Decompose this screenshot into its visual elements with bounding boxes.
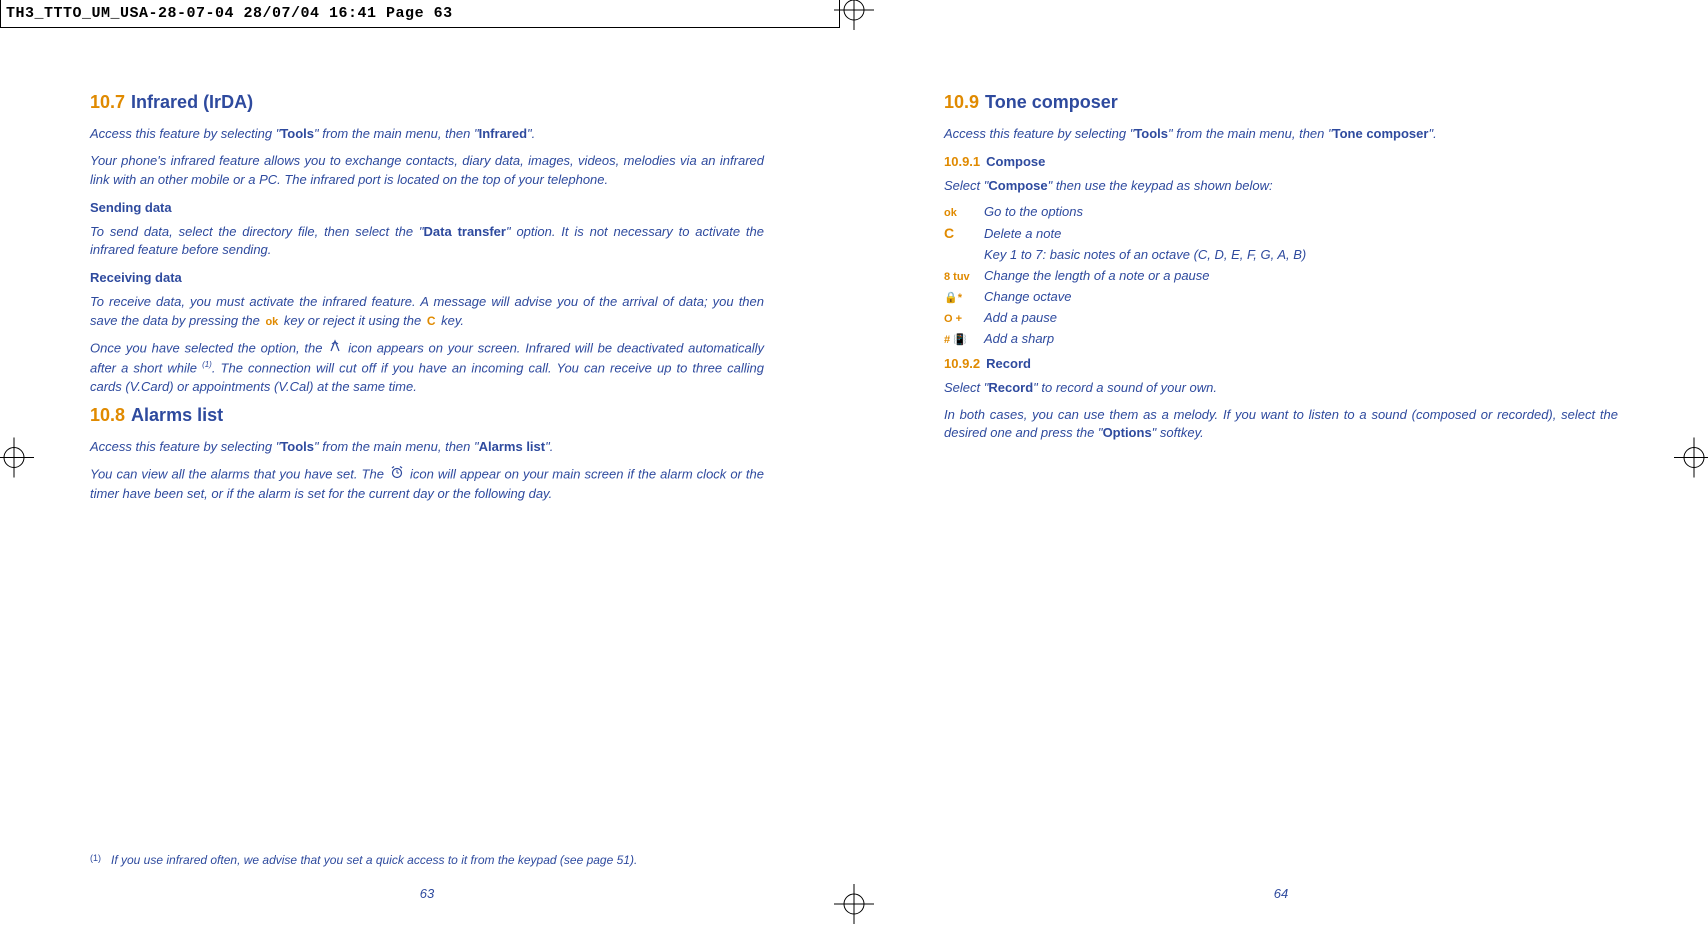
eight-key-icon: 8 tuv (944, 271, 984, 283)
key-list: okGo to the options CDelete a note Key 1… (944, 204, 1618, 346)
footnote: (1) If you use infrared often, we advise… (90, 853, 764, 867)
p-10-8-desc: You can view all the alarms that you hav… (90, 465, 764, 504)
section-title: Tone composer (985, 92, 1118, 112)
alarm-clock-icon (390, 465, 404, 485)
page-spread: 10.7 Infrared (IrDA) Access this feature … (0, 70, 1708, 917)
section-10-8-heading: 10.8 Alarms list (90, 405, 764, 426)
section-number: 10.9 (944, 92, 979, 112)
section-title: Infrared (IrDA) (131, 92, 253, 112)
footnote-text: If you use infrared often, we advise tha… (111, 853, 637, 867)
p-sending-data: To send data, select the directory file,… (90, 223, 764, 261)
section-number: 10.7 (90, 92, 125, 112)
infrared-icon (329, 339, 341, 359)
section-10-7-heading: 10.7 Infrared (IrDA) (90, 92, 764, 113)
key-row-1-7: Key 1 to 7: basic notes of an octave (C,… (944, 247, 1618, 262)
p-10-9-access: Access this feature by selecting "Tools"… (944, 125, 1618, 144)
section-title: Alarms list (131, 405, 223, 425)
key-row-hash: # 📳Add a sharp (944, 331, 1618, 346)
section-10-9-2-heading: 10.9.2Record (944, 356, 1618, 371)
footnote-mark: (1) (90, 853, 101, 867)
ok-key-icon: ok (263, 316, 280, 328)
key-row-c: CDelete a note (944, 225, 1618, 241)
p-10-9-2-desc: Select "Record" to record a sound of you… (944, 379, 1618, 398)
section-10-9-1-heading: 10.9.1Compose (944, 154, 1618, 169)
page-right: 10.9 Tone composer Access this feature by… (854, 70, 1708, 917)
page-number-left: 63 (0, 886, 854, 901)
key-row-zero: O +Add a pause (944, 310, 1618, 325)
p-10-9-1-desc: Select "Compose" then use the keypad as … (944, 177, 1618, 196)
page-left: 10.7 Infrared (IrDA) Access this feature … (0, 70, 854, 917)
h-sending-data: Sending data (90, 200, 764, 215)
c-key-icon: C (425, 314, 438, 328)
p-10-8-access: Access this feature by selecting "Tools"… (90, 438, 764, 457)
section-number: 10.8 (90, 405, 125, 425)
section-10-9-heading: 10.9 Tone composer (944, 92, 1618, 113)
p-10-7-access: Access this feature by selecting "Tools"… (90, 125, 764, 144)
footnote-ref: (1) (202, 360, 212, 369)
p-receiving-data: To receive data, you must activate the i… (90, 293, 764, 331)
hash-key-icon: # 📳 (944, 333, 984, 346)
p-10-7-desc: Your phone's infrared feature allows you… (90, 152, 764, 190)
p-once-selected: Once you have selected the option, the i… (90, 339, 764, 397)
page-number-right: 64 (854, 886, 1708, 901)
key-row-ok: okGo to the options (944, 204, 1618, 219)
ok-key-icon: ok (944, 207, 984, 219)
star-key-icon: 🔒* (944, 291, 984, 304)
key-row-8: 8 tuvChange the length of a note or a pa… (944, 268, 1618, 283)
h-receiving-data: Receiving data (90, 270, 764, 285)
zero-key-icon: O + (944, 313, 984, 325)
p-10-9-2-final: In both cases, you can use them as a mel… (944, 406, 1618, 444)
c-key-icon: C (944, 225, 984, 241)
key-row-star: 🔒*Change octave (944, 289, 1618, 304)
registration-mark-top (834, 0, 874, 33)
